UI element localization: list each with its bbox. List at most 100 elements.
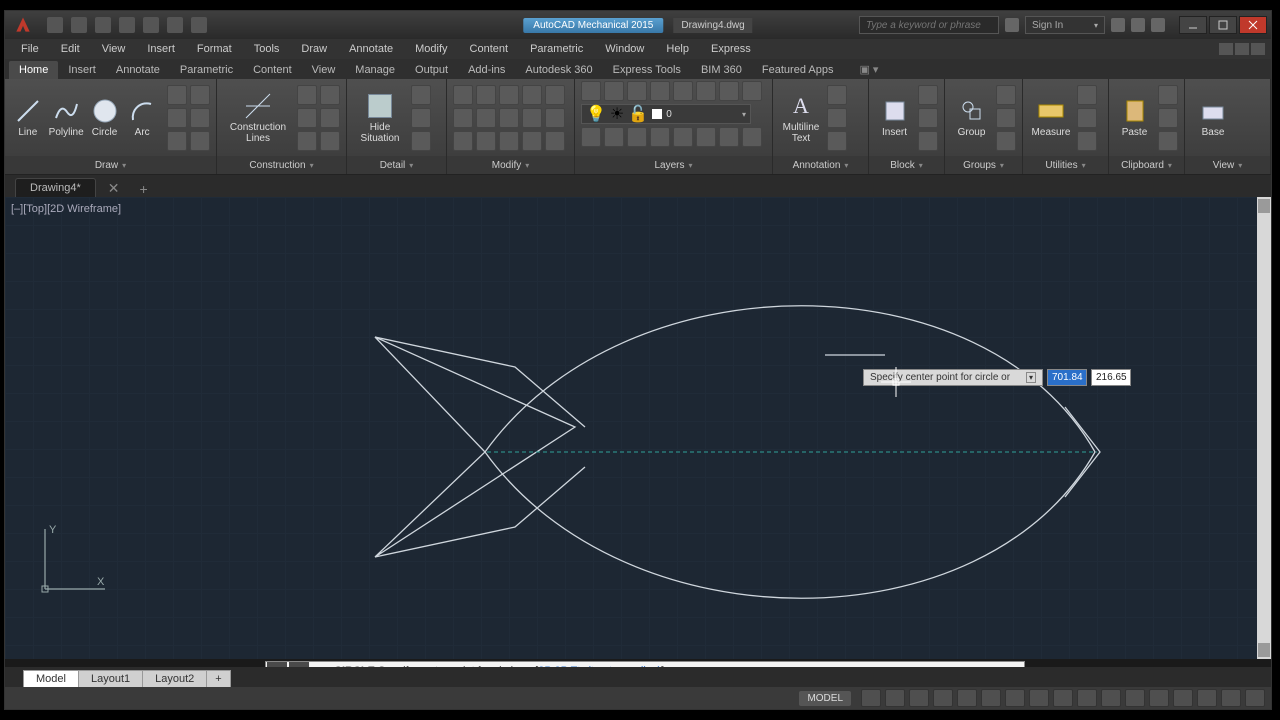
cut-icon[interactable] xyxy=(1158,85,1178,105)
qat-save-icon[interactable] xyxy=(95,17,111,33)
panel-groups-title[interactable]: Groups xyxy=(945,156,1022,174)
tab-bim360[interactable]: BIM 360 xyxy=(691,61,752,79)
line-button[interactable]: Line xyxy=(11,97,45,138)
tab-expresstools[interactable]: Express Tools xyxy=(603,61,691,79)
dynamic-value-y[interactable]: 216.65 xyxy=(1091,369,1131,386)
modify-icon[interactable] xyxy=(476,131,496,151)
menu-content[interactable]: Content xyxy=(460,41,519,57)
tab-manage[interactable]: Manage xyxy=(345,61,405,79)
menu-modify[interactable]: Modify xyxy=(405,41,457,57)
modify-icon[interactable] xyxy=(499,85,519,105)
insert-block-button[interactable]: Insert xyxy=(875,97,914,138)
layer-icon[interactable] xyxy=(581,127,601,147)
status-qp-icon[interactable] xyxy=(1077,689,1097,707)
panel-view-title[interactable]: View xyxy=(1185,156,1270,174)
layer-icon[interactable] xyxy=(696,127,716,147)
ribbon-minimize-icon[interactable]: ▣ ▾ xyxy=(849,60,888,79)
status-dyn-icon[interactable] xyxy=(1005,689,1025,707)
doc-restore-button[interactable] xyxy=(1235,43,1249,55)
modify-icon[interactable] xyxy=(545,131,565,151)
menu-view[interactable]: View xyxy=(92,41,136,57)
modify-icon[interactable] xyxy=(545,108,565,128)
detail-extra-icon[interactable] xyxy=(411,108,431,128)
draw-extra-icon[interactable] xyxy=(190,131,210,151)
copy-icon[interactable] xyxy=(1158,108,1178,128)
status-lwt-icon[interactable] xyxy=(1029,689,1049,707)
tab-addins[interactable]: Add-ins xyxy=(458,61,515,79)
menu-edit[interactable]: Edit xyxy=(51,41,90,57)
status-custom-icon[interactable] xyxy=(1245,689,1265,707)
modify-icon[interactable] xyxy=(476,85,496,105)
dynamic-value-x[interactable]: 701.84 xyxy=(1047,369,1087,386)
panel-modify-title[interactable]: Modify xyxy=(447,156,574,174)
tab-parametric[interactable]: Parametric xyxy=(170,61,243,79)
layer-icon[interactable] xyxy=(673,127,693,147)
vertical-scrollbar[interactable] xyxy=(1257,197,1271,659)
circle-button[interactable]: Circle xyxy=(88,97,122,138)
status-iso-icon[interactable] xyxy=(1197,689,1217,707)
status-osnap-icon[interactable] xyxy=(957,689,977,707)
qat-open-icon[interactable] xyxy=(71,17,87,33)
tab-annotate[interactable]: Annotate xyxy=(106,61,170,79)
construction-lines-button[interactable]: Construction Lines xyxy=(223,92,293,144)
block-icon[interactable] xyxy=(918,85,938,105)
panel-draw-title[interactable]: Draw xyxy=(5,156,216,174)
utilities-icon[interactable] xyxy=(1077,108,1097,128)
group-icon[interactable] xyxy=(996,131,1016,151)
menu-draw[interactable]: Draw xyxy=(291,41,337,57)
modify-icon[interactable] xyxy=(476,108,496,128)
status-polar-icon[interactable] xyxy=(933,689,953,707)
layer-icon[interactable] xyxy=(719,81,739,101)
maximize-button[interactable] xyxy=(1209,16,1237,34)
utilities-icon[interactable] xyxy=(1077,131,1097,151)
layer-dropdown[interactable]: 💡 ☀ 🔓 0 ▾ xyxy=(581,104,751,124)
qat-plot-icon[interactable] xyxy=(143,17,159,33)
annotation-icon[interactable] xyxy=(827,85,847,105)
annotation-icon[interactable] xyxy=(827,108,847,128)
layer-icon[interactable] xyxy=(604,81,624,101)
menu-express[interactable]: Express xyxy=(701,41,761,57)
close-button[interactable] xyxy=(1239,16,1267,34)
panel-construction-title[interactable]: Construction xyxy=(217,156,346,174)
multiline-text-button[interactable]: AMultiline Text xyxy=(779,92,823,144)
draw-extra-icon[interactable] xyxy=(167,85,187,105)
modify-icon[interactable] xyxy=(522,85,542,105)
menu-annotate[interactable]: Annotate xyxy=(339,41,403,57)
layout-add-button[interactable]: + xyxy=(206,670,230,687)
tab-output[interactable]: Output xyxy=(405,61,458,79)
stay-connected-icon[interactable] xyxy=(1131,18,1145,32)
clipboard-icon[interactable] xyxy=(1158,131,1178,151)
doc-minimize-button[interactable] xyxy=(1219,43,1233,55)
modify-icon[interactable] xyxy=(453,131,473,151)
qat-undo-icon[interactable] xyxy=(167,17,183,33)
layout-tab-2[interactable]: Layout2 xyxy=(142,670,207,687)
group-button[interactable]: Group xyxy=(951,97,992,138)
sign-in-button[interactable]: Sign In ▾ xyxy=(1025,16,1105,34)
block-icon[interactable] xyxy=(918,108,938,128)
utilities-icon[interactable] xyxy=(1077,85,1097,105)
status-clean-icon[interactable] xyxy=(1221,689,1241,707)
panel-annotation-title[interactable]: Annotation xyxy=(773,156,868,174)
construction-extra-icon[interactable] xyxy=(297,85,317,105)
panel-detail-title[interactable]: Detail xyxy=(347,156,446,174)
layout-tab-model[interactable]: Model xyxy=(23,670,79,687)
panel-block-title[interactable]: Block xyxy=(869,156,944,174)
minimize-button[interactable] xyxy=(1179,16,1207,34)
status-ws-icon[interactable] xyxy=(1149,689,1169,707)
dynamic-options-icon[interactable]: ▾ xyxy=(1026,372,1036,383)
layer-icon[interactable] xyxy=(742,127,762,147)
draw-extra-icon[interactable] xyxy=(190,85,210,105)
exchange-icon[interactable] xyxy=(1111,18,1125,32)
layer-icon[interactable] xyxy=(673,81,693,101)
modify-icon[interactable] xyxy=(522,108,542,128)
menu-format[interactable]: Format xyxy=(187,41,242,57)
viewport-label[interactable]: [–][Top][2D Wireframe] xyxy=(11,203,121,215)
menu-insert[interactable]: Insert xyxy=(137,41,185,57)
doc-close-button[interactable] xyxy=(1251,43,1265,55)
measure-button[interactable]: Measure xyxy=(1029,97,1073,138)
status-otrack-icon[interactable] xyxy=(981,689,1001,707)
modify-icon[interactable] xyxy=(499,131,519,151)
layer-icon[interactable] xyxy=(604,127,624,147)
doc-tab[interactable]: Drawing4* xyxy=(15,178,96,197)
menu-file[interactable]: File xyxy=(11,41,49,57)
